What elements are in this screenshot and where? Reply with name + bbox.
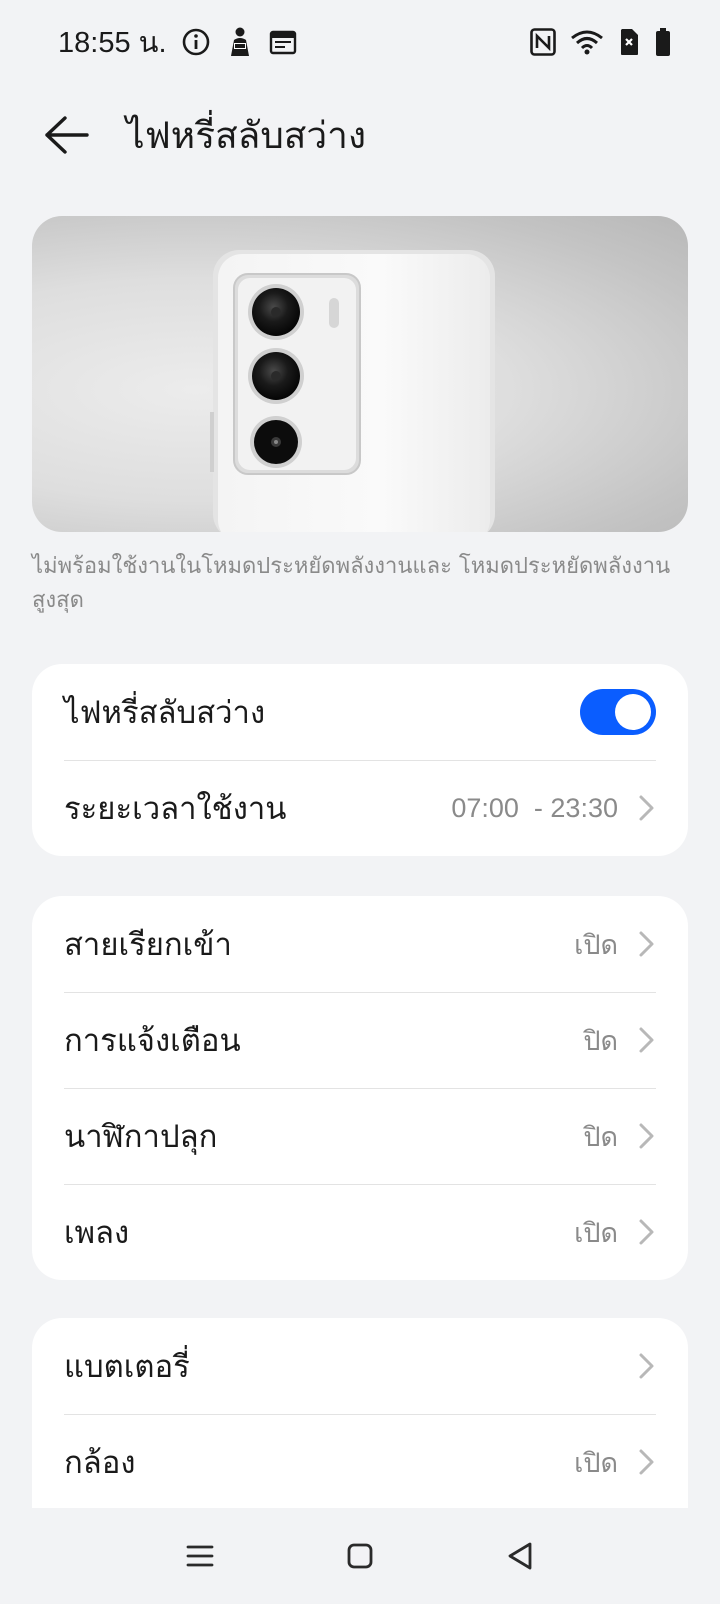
list-item-right — [618, 1351, 656, 1381]
toggle-knob — [615, 694, 651, 730]
list-item-value: เปิด — [574, 929, 618, 960]
toggle-row[interactable]: ไฟหรี่สลับสว่าง — [32, 664, 688, 760]
page-title: ไฟหรี่สลับสว่าง — [126, 113, 367, 157]
list-item-right: ปิด — [583, 1115, 656, 1158]
status-bar: 18:55 น. — [0, 0, 720, 84]
list-item-right: ปิด — [583, 1019, 656, 1062]
chevron-right-icon — [636, 1351, 656, 1381]
chevron-right-icon — [636, 1447, 656, 1477]
chevron-right-icon — [636, 1217, 656, 1247]
battery-icon — [654, 27, 672, 57]
status-time: 18:55 น. — [58, 27, 167, 59]
info-icon — [181, 27, 211, 57]
chevron-right-icon — [636, 1025, 656, 1055]
list-item-right: เปิด — [574, 1441, 656, 1484]
list-item-label: กล้อง — [64, 1445, 136, 1481]
schedule-label: ระยะเวลาใช้งาน — [64, 791, 287, 827]
nav-back-button[interactable] — [490, 1526, 550, 1586]
events-card: สายเรียกเข้า เปิด การแจ้งเตือน ปิด นาฬิก… — [32, 896, 688, 1280]
other-settings-card: แบตเตอรี่ กล้อง เปิด — [32, 1318, 688, 1508]
header: ไฟหรี่สลับสว่าง — [0, 92, 720, 178]
schedule-row[interactable]: ระยะเวลาใช้งาน 07:00 - 23:30 — [32, 760, 688, 856]
list-item-label: นาฬิกาปลุก — [64, 1119, 218, 1155]
list-item-right: เปิด — [574, 1211, 656, 1254]
chevron-right-icon — [636, 793, 656, 823]
unavailable-hint: ไม่พร้อมใช้งานในโหมดประหยัดพลังงานและ โห… — [32, 554, 671, 613]
wifi-icon — [570, 28, 604, 56]
list-item-value: ปิด — [583, 1025, 618, 1056]
back-icon — [508, 1542, 532, 1570]
list-item-battery[interactable]: แบตเตอรี่ — [32, 1318, 688, 1414]
phone-rear-camera-illustration — [210, 250, 495, 532]
menu-button[interactable] — [170, 1526, 230, 1586]
menu-icon — [186, 1545, 214, 1567]
status-right — [530, 27, 672, 57]
back-arrow-icon — [45, 116, 89, 154]
status-left: 18:55 น. — [58, 19, 297, 65]
list-item-value: เปิด — [574, 1217, 618, 1248]
list-item-camera[interactable]: กล้อง เปิด — [32, 1414, 688, 1508]
schedule-value: 07:00 - 23:30 — [451, 792, 618, 823]
system-nav-bar — [0, 1508, 720, 1604]
chevron-right-icon — [636, 929, 656, 959]
no-sim-icon — [618, 28, 640, 56]
list-item-incoming-call[interactable]: สายเรียกเข้า เปิด — [32, 896, 688, 992]
home-icon — [347, 1543, 373, 1569]
back-button[interactable] — [36, 105, 96, 165]
list-item-alarm[interactable]: นาฬิกาปลุก ปิด — [32, 1088, 688, 1184]
list-item-label: สายเรียกเข้า — [64, 927, 232, 963]
list-item-label: การแจ้งเตือน — [64, 1023, 241, 1059]
main-settings-card: ไฟหรี่สลับสว่าง ระยะเวลาใช้งาน 07:00 - 2… — [32, 664, 688, 856]
schedule-right: 07:00 - 23:30 — [451, 793, 656, 824]
list-item-music[interactable]: เพลง เปิด — [32, 1184, 688, 1280]
breathing-light-toggle[interactable] — [580, 689, 656, 735]
list-item-notifications[interactable]: การแจ้งเตือน ปิด — [32, 992, 688, 1088]
list-item-value: ปิด — [583, 1121, 618, 1152]
list-item-value: เปิด — [574, 1447, 618, 1478]
calendar-icon — [269, 29, 297, 55]
list-item-label: เพลง — [64, 1215, 130, 1251]
chevron-right-icon — [636, 1121, 656, 1151]
reading-person-icon — [225, 26, 255, 58]
nfc-icon — [530, 28, 556, 56]
toggle-label: ไฟหรี่สลับสว่าง — [64, 695, 266, 731]
list-item-right: เปิด — [574, 923, 656, 966]
hero-image — [32, 216, 688, 532]
list-item-label: แบตเตอรี่ — [64, 1349, 190, 1385]
home-button[interactable] — [330, 1526, 390, 1586]
